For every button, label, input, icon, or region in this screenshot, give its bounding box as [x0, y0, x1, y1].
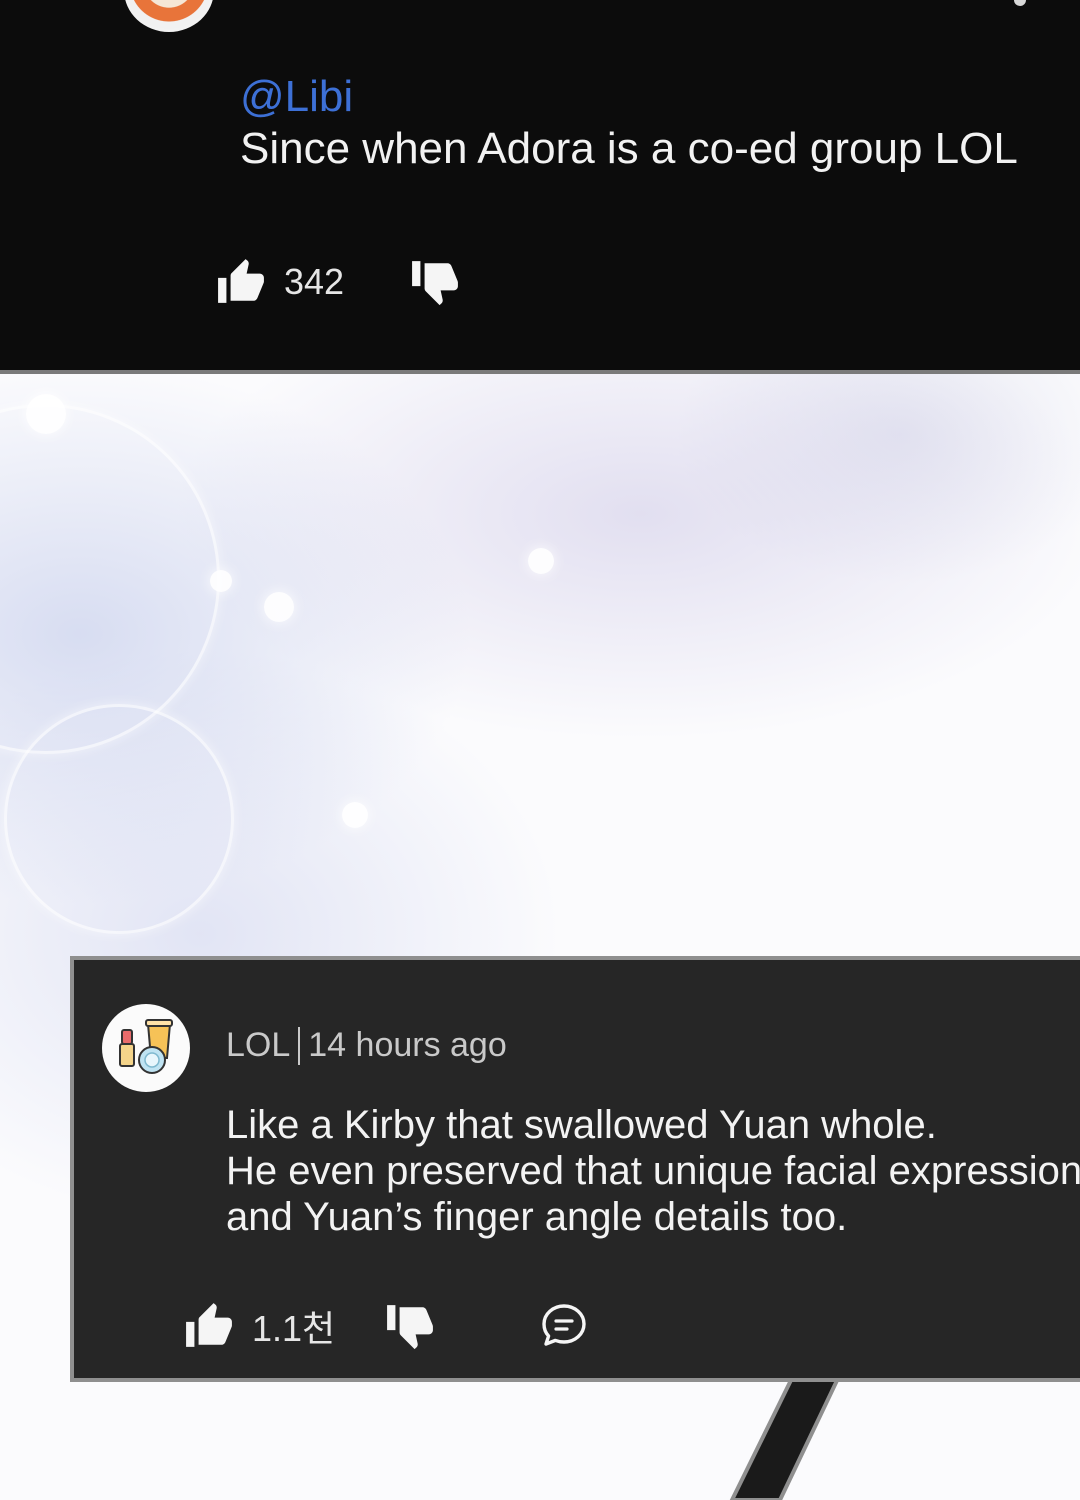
reply-actions: 342 — [216, 252, 460, 312]
sparkle — [528, 548, 554, 574]
avatar[interactable] — [102, 1004, 190, 1092]
thumbs-down-icon — [387, 1305, 434, 1350]
like-count: 342 — [284, 261, 345, 302]
comment-text: Like a Kirby that swallowed Yuan whole. … — [226, 1102, 1080, 1240]
reply-text: Since when Adora is a co-ed group LOL — [240, 124, 1018, 173]
lens-flare-ring — [0, 404, 220, 754]
username[interactable]: LOL — [226, 1026, 290, 1065]
sparkle — [210, 570, 232, 592]
lens-flare-ring — [4, 704, 234, 934]
timestamp: 14 hours ago — [308, 1026, 507, 1064]
like-button[interactable] — [216, 257, 266, 307]
thumbs-up-icon — [218, 259, 264, 303]
reply-button[interactable] — [539, 1301, 589, 1351]
top-comment-panel: @Libi Since when Adora is a co-ed group … — [0, 0, 1080, 370]
sparkle — [264, 592, 294, 622]
comment-line: He even preserved that unique facial exp… — [226, 1149, 1080, 1193]
sparkle — [26, 394, 66, 434]
mention-link[interactable]: @Libi — [240, 72, 353, 122]
like-count: 1.1천 — [252, 1308, 336, 1349]
comment-actions: 1.1천 — [184, 1296, 589, 1356]
comment-card: LOL 14 hours ago Like a Kirby that swall… — [70, 956, 1080, 1382]
more-options-icon[interactable] — [1014, 0, 1026, 6]
comment-line: Like a Kirby that swallowed Yuan whole. — [226, 1103, 937, 1147]
like-button[interactable] — [184, 1301, 234, 1351]
chat-bubble-icon — [542, 1304, 586, 1346]
avatar[interactable] — [124, 0, 214, 32]
thumbs-up-icon — [186, 1303, 232, 1347]
sparkle — [342, 802, 368, 828]
thumbs-down-icon — [412, 261, 458, 306]
cosmetics-icon — [119, 1019, 173, 1074]
dislike-button[interactable] — [410, 257, 460, 307]
dislike-button[interactable] — [385, 1301, 435, 1351]
comment-meta: LOL 14 hours ago — [226, 1026, 507, 1065]
meta-divider — [298, 1026, 301, 1065]
comment-line: and Yuan’s finger angle details too. — [226, 1195, 848, 1239]
